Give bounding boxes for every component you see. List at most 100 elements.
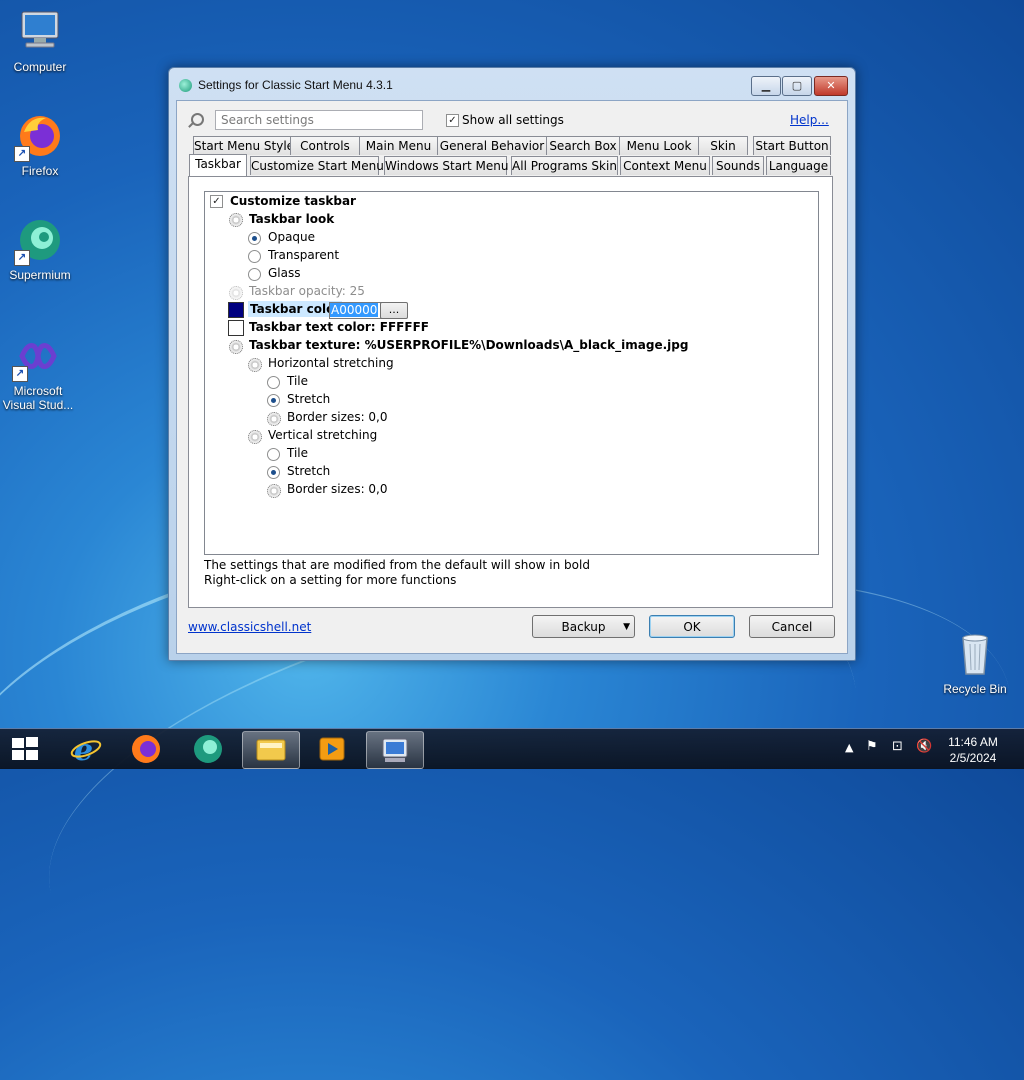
shortcut-arrow-icon: ↗ — [14, 146, 30, 162]
opaque-radio[interactable] — [248, 232, 261, 245]
taskbar-opacity-label[interactable]: Taskbar opacity: 25 — [249, 283, 365, 299]
customize-taskbar-checkbox[interactable]: ✓ — [210, 195, 223, 208]
settings-app-icon — [382, 738, 408, 762]
show-all-checkbox[interactable]: ✓ — [446, 114, 459, 127]
svg-text:e: e — [74, 733, 93, 767]
hint-right-click: Right-click on a setting for more functi… — [204, 573, 457, 587]
taskbar-text-color-label[interactable]: Taskbar text color: FFFFFF — [249, 319, 429, 335]
classic-shell-icon — [179, 79, 192, 92]
gear-icon — [229, 286, 243, 300]
taskbar-classic-shell-settings[interactable] — [366, 731, 424, 769]
tab-all-programs-skin[interactable]: All Programs Skin — [511, 156, 618, 175]
taskbar-clock[interactable]: 11:46 AM 2/5/2024 — [940, 734, 1006, 766]
desktop-icon-computer[interactable]: Computer — [0, 8, 80, 74]
desktop-icon-supermium[interactable]: ↗ Supermium — [0, 216, 80, 282]
glass-radio[interactable] — [248, 268, 261, 281]
taskbar-supermium[interactable] — [180, 731, 236, 767]
opaque-label[interactable]: Opaque — [268, 229, 315, 245]
horizontal-stretching-label[interactable]: Horizontal stretching — [268, 355, 394, 371]
shortcut-arrow-icon: ↗ — [14, 250, 30, 266]
gear-icon — [229, 340, 243, 354]
tab-main-menu[interactable]: Main Menu — [359, 136, 438, 155]
h-stretch-radio[interactable] — [267, 394, 280, 407]
color-picker-button[interactable]: ... — [380, 302, 408, 319]
visual-studio-icon: ↗ — [12, 332, 62, 382]
gear-icon — [267, 412, 281, 426]
firefox-icon: ↗ — [14, 112, 64, 162]
ok-button[interactable]: OK — [649, 615, 735, 638]
volume-muted-icon[interactable]: 🔇 — [916, 739, 932, 754]
windows-logo-pane — [12, 750, 24, 760]
taskbar-firefox[interactable] — [118, 731, 174, 767]
tab-context-menu[interactable]: Context Menu — [620, 156, 710, 175]
taskbar-texture-label[interactable]: Taskbar texture: %USERPROFILE%\Downloads… — [249, 337, 688, 353]
gear-icon — [229, 213, 243, 227]
transparent-label[interactable]: Transparent — [268, 247, 339, 263]
classicshell-website-link[interactable]: www.classicshell.net — [188, 620, 311, 634]
tab-skin[interactable]: Skin — [698, 136, 748, 155]
show-all-label: Show all settings — [462, 113, 564, 127]
taskbar-explorer[interactable] — [242, 731, 300, 769]
taskbar-look-label[interactable]: Taskbar look — [249, 211, 334, 227]
taskbar-color-value: A00000 — [330, 303, 379, 317]
tab-controls[interactable]: Controls — [290, 136, 360, 155]
taskbar-media-player[interactable] — [304, 731, 360, 767]
desktop-icon-label: Supermium — [9, 268, 71, 282]
shortcut-arrow-icon: ↗ — [12, 366, 28, 382]
taskbar: e ▲ ⚑ ⊡ 🔇 11:46 AM 2/5/2024 — [0, 728, 1024, 769]
gear-icon — [248, 358, 262, 372]
start-button[interactable] — [8, 737, 40, 761]
title-bar[interactable]: Settings for Classic Start Menu 4.3.1 ▁ … — [169, 68, 855, 102]
help-link[interactable]: Help... — [790, 113, 829, 127]
taskbar-color-swatch — [228, 302, 244, 318]
tab-search-box[interactable]: Search Box — [546, 136, 620, 155]
backup-label: Backup — [561, 620, 606, 634]
v-tile-radio[interactable] — [267, 448, 280, 461]
taskbar-ie[interactable]: e — [58, 731, 114, 768]
vertical-stretching-label[interactable]: Vertical stretching — [268, 427, 377, 443]
windows-logo-pane — [26, 737, 38, 747]
search-input[interactable] — [215, 110, 423, 130]
window-title: Settings for Classic Start Menu 4.3.1 — [198, 78, 393, 92]
desktop-icon-visual-studio[interactable]: ↗ Microsoft Visual Stud... — [0, 332, 78, 412]
h-tile-label[interactable]: Tile — [287, 373, 308, 389]
folder-icon — [256, 739, 286, 761]
desktop-icon-recycle-bin[interactable]: Recycle Bin — [935, 630, 1015, 696]
clock-date: 2/5/2024 — [949, 751, 997, 765]
tab-sounds[interactable]: Sounds — [712, 156, 764, 175]
close-button[interactable]: ✕ — [814, 76, 848, 96]
computer-icon — [16, 8, 64, 56]
desktop-icon-firefox[interactable]: ↗ Firefox — [0, 112, 80, 178]
h-border-sizes-label[interactable]: Border sizes: 0,0 — [287, 409, 388, 425]
minimize-button[interactable]: ▁ — [751, 76, 781, 96]
tab-general-behavior[interactable]: General Behavior — [437, 136, 547, 155]
tab-customize-start-menu[interactable]: Customize Start Menu — [250, 156, 384, 175]
customize-taskbar-label[interactable]: Customize taskbar — [230, 193, 356, 209]
transparent-radio[interactable] — [248, 250, 261, 263]
tab-windows-start-menu[interactable]: Windows Start Menu — [384, 156, 508, 175]
gear-icon — [248, 430, 262, 444]
hint-bold-settings: The settings that are modified from the … — [204, 558, 590, 572]
glass-label[interactable]: Glass — [268, 265, 301, 281]
tab-menu-look[interactable]: Menu Look — [619, 136, 699, 155]
desktop-icon-label: Computer — [13, 60, 67, 74]
network-icon[interactable]: ⊡ — [892, 739, 903, 754]
h-stretch-label[interactable]: Stretch — [287, 391, 330, 407]
v-tile-label[interactable]: Tile — [287, 445, 308, 461]
maximize-button[interactable]: ▢ — [782, 76, 812, 96]
action-center-flag-icon[interactable]: ⚑ — [866, 739, 878, 754]
cancel-button[interactable]: Cancel — [749, 615, 835, 638]
tab-taskbar[interactable]: Taskbar — [189, 154, 247, 176]
clock-time: 11:46 AM — [948, 735, 998, 749]
windows-logo-pane — [26, 750, 38, 760]
h-tile-radio[interactable] — [267, 376, 280, 389]
v-border-sizes-label[interactable]: Border sizes: 0,0 — [287, 481, 388, 497]
tab-start-button[interactable]: Start Button — [753, 136, 831, 155]
tab-start-menu-style[interactable]: Start Menu Style — [193, 136, 294, 155]
tab-language[interactable]: Language — [766, 156, 831, 175]
show-hidden-icons-button[interactable]: ▲ — [845, 741, 853, 754]
backup-button[interactable]: Backup ▼ — [532, 615, 635, 638]
v-stretch-label[interactable]: Stretch — [287, 463, 330, 479]
v-stretch-radio[interactable] — [267, 466, 280, 479]
desktop-icon-label: Microsoft Visual Stud... — [2, 384, 74, 412]
